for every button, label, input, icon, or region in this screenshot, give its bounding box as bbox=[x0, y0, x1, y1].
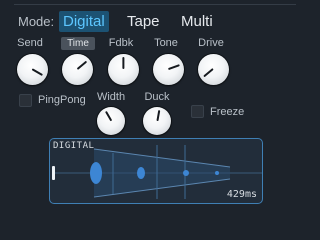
delay-envelope bbox=[94, 149, 230, 197]
top-divider bbox=[14, 4, 296, 5]
fdbk-knob[interactable] bbox=[107, 53, 139, 85]
mode-tab-multi[interactable]: Multi bbox=[177, 11, 217, 32]
duck-knob[interactable] bbox=[143, 107, 171, 135]
duck-knob-indicator bbox=[155, 109, 161, 122]
fdbk-label: Fdbk bbox=[108, 37, 134, 49]
duck-label: Duck bbox=[144, 91, 170, 103]
echo-tap-2 bbox=[137, 167, 145, 179]
drive-knob[interactable] bbox=[197, 53, 229, 85]
echo-tap-3 bbox=[183, 170, 189, 176]
tone-knob[interactable] bbox=[152, 53, 184, 85]
mode-tab-digital[interactable]: Digital bbox=[59, 11, 109, 32]
pingpong-label: PingPong bbox=[38, 94, 86, 106]
time-knob-indicator bbox=[76, 60, 87, 70]
freeze-label: Freeze bbox=[210, 106, 245, 118]
delay-display: DIGITAL 429ms bbox=[49, 138, 263, 204]
delay-time-readout: 429ms bbox=[226, 189, 257, 200]
time-knob[interactable] bbox=[61, 53, 93, 85]
time-label: Time bbox=[61, 37, 95, 50]
echo-tap-1 bbox=[90, 162, 102, 184]
mode-tab-tape[interactable]: Tape bbox=[123, 11, 164, 32]
width-knob-indicator bbox=[104, 110, 113, 122]
display-start-marker bbox=[52, 166, 55, 180]
freeze-checkbox[interactable] bbox=[191, 105, 204, 118]
tone-knob-indicator bbox=[167, 63, 180, 71]
send-label: Send bbox=[17, 37, 43, 49]
mode-label: Mode: bbox=[18, 14, 55, 29]
drive-label: Drive bbox=[198, 37, 224, 49]
echo-tap-4 bbox=[215, 171, 219, 175]
drive-knob-indicator bbox=[203, 68, 214, 78]
width-label: Width bbox=[96, 91, 126, 103]
tone-label: Tone bbox=[154, 37, 178, 49]
send-knob-indicator bbox=[31, 67, 43, 77]
send-knob[interactable] bbox=[16, 53, 48, 85]
width-knob[interactable] bbox=[97, 107, 125, 135]
pingpong-checkbox[interactable] bbox=[19, 94, 32, 107]
fdbk-knob-indicator bbox=[121, 57, 125, 69]
